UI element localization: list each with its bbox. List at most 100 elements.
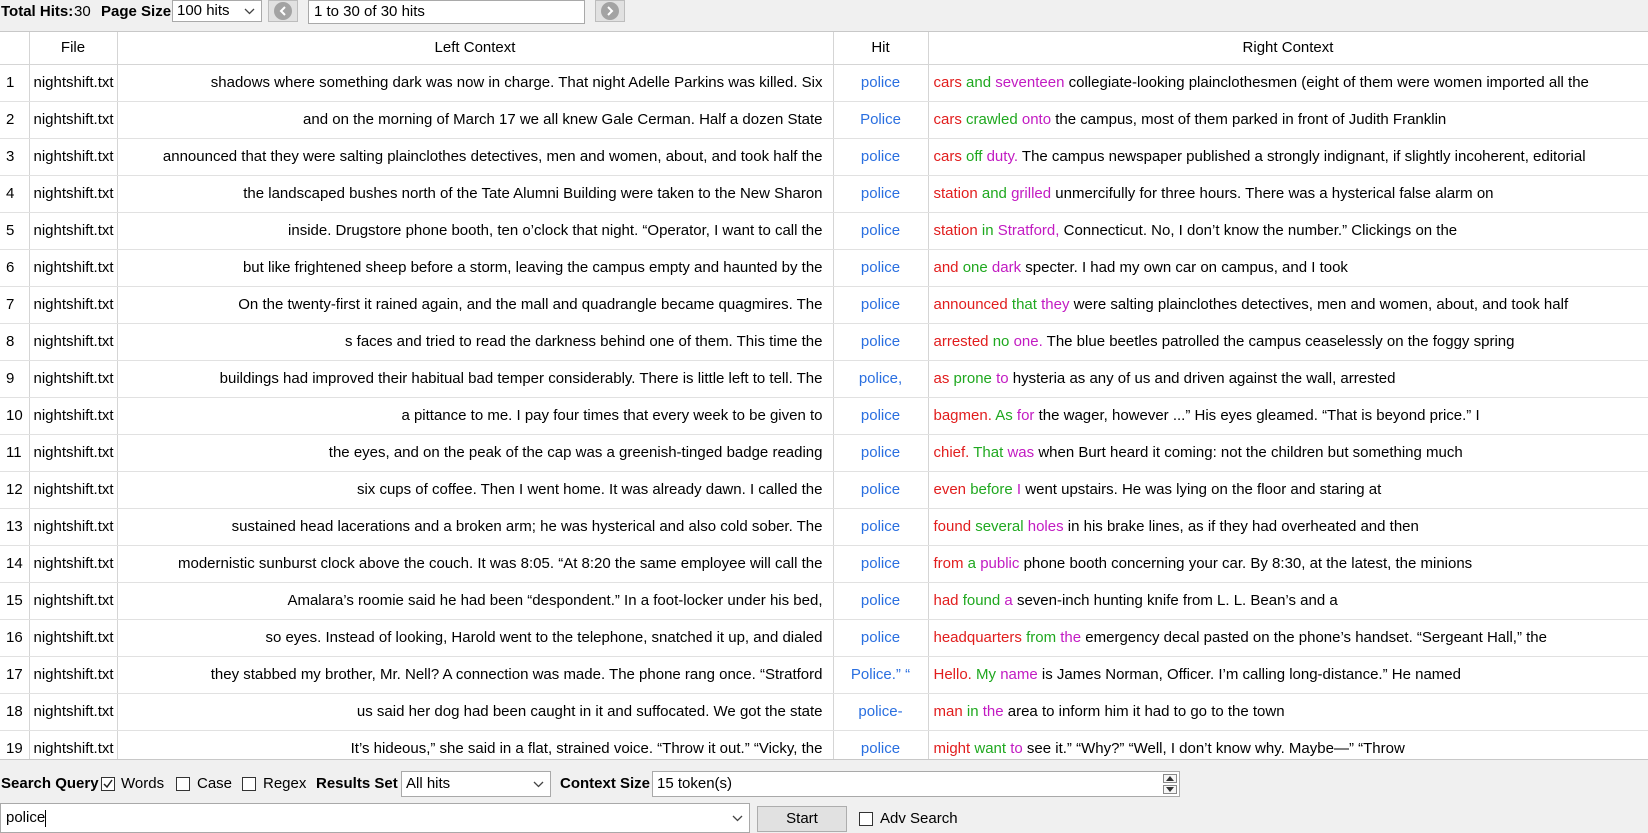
hit-cell[interactable]: police [833, 434, 929, 472]
row-index[interactable]: 3 [0, 138, 30, 176]
right-context-cell[interactable]: cars off duty. The campus newspaper publ… [928, 138, 1648, 176]
file-cell[interactable]: nightshift.txt [29, 286, 118, 324]
hit-cell[interactable]: police [833, 730, 929, 759]
left-context-cell[interactable]: the landscaped bushes north of the Tate … [117, 175, 834, 213]
table-row[interactable]: 16 nightshift.txt so eyes. Instead of look… [0, 619, 1648, 657]
file-cell[interactable]: nightshift.txt [29, 471, 118, 509]
table-row[interactable]: 19 nightshift.txt It’s hideous,” she said … [0, 730, 1648, 759]
right-context-cell[interactable]: chief. That was when Burt heard it comin… [928, 434, 1648, 472]
file-cell[interactable]: nightshift.txt [29, 582, 118, 620]
file-cell[interactable]: nightshift.txt [29, 397, 118, 435]
right-context-cell[interactable]: cars crawled onto the campus, most of th… [928, 101, 1648, 139]
hit-cell[interactable]: Police [833, 101, 929, 139]
adv-search-checkbox[interactable] [859, 812, 873, 826]
row-index[interactable]: 19 [0, 730, 30, 759]
words-checkbox[interactable] [101, 777, 115, 791]
left-context-cell[interactable]: sustained head lacerations and a broken … [117, 508, 834, 546]
row-index[interactable]: 1 [0, 64, 30, 102]
row-index[interactable]: 2 [0, 101, 30, 139]
column-header-left-context[interactable]: Left Context [117, 32, 834, 65]
chevron-down-icon[interactable] [729, 804, 745, 832]
spinner-down-icon[interactable] [1163, 785, 1177, 794]
hit-cell[interactable]: police [833, 286, 929, 324]
hit-cell[interactable]: police [833, 138, 929, 176]
right-context-cell[interactable]: even before I went upstairs. He was lyin… [928, 471, 1648, 509]
table-row[interactable]: 10 nightshift.txt a pittance to me. I pay … [0, 397, 1648, 435]
left-context-cell[interactable]: shadows where something dark was now in … [117, 64, 834, 102]
row-index[interactable]: 7 [0, 286, 30, 324]
hit-cell[interactable]: police, [833, 360, 929, 398]
right-context-cell[interactable]: as prone to hysteria as any of us and dr… [928, 360, 1648, 398]
file-cell[interactable]: nightshift.txt [29, 64, 118, 102]
left-context-cell[interactable]: s faces and tried to read the darkness b… [117, 323, 834, 361]
table-row[interactable]: 5 nightshift.txt inside. Drugstore phone b… [0, 212, 1648, 250]
row-index[interactable]: 11 [0, 434, 30, 472]
row-index[interactable]: 18 [0, 693, 30, 731]
search-query-input[interactable]: police [0, 803, 750, 833]
hit-cell[interactable]: police- [833, 693, 929, 731]
left-context-cell[interactable]: Amalara’s roomie said he had been “despo… [117, 582, 834, 620]
row-index[interactable]: 4 [0, 175, 30, 213]
file-cell[interactable]: nightshift.txt [29, 545, 118, 583]
right-context-cell[interactable]: man in the area to inform him it had to … [928, 693, 1648, 731]
hit-cell[interactable]: police [833, 582, 929, 620]
file-cell[interactable]: nightshift.txt [29, 249, 118, 287]
left-context-cell[interactable]: they stabbed my brother, Mr. Nell? A con… [117, 656, 834, 694]
right-context-cell[interactable]: arrested no one. The blue beetles patrol… [928, 323, 1648, 361]
table-row[interactable]: 2 nightshift.txt and on the morning of Mar… [0, 101, 1648, 139]
left-context-cell[interactable]: inside. Drugstore phone booth, ten o’clo… [117, 212, 834, 250]
case-checkbox[interactable] [176, 777, 190, 791]
right-context-cell[interactable]: might want to see it.” “Why?” “Well, I d… [928, 730, 1648, 759]
row-index[interactable]: 15 [0, 582, 30, 620]
left-context-cell[interactable]: the eyes, and on the peak of the cap was… [117, 434, 834, 472]
right-context-cell[interactable]: had found a seven-inch hunting knife fro… [928, 582, 1648, 620]
hit-cell[interactable]: police [833, 619, 929, 657]
column-header-index[interactable] [0, 32, 30, 65]
file-cell[interactable]: nightshift.txt [29, 101, 118, 139]
table-row[interactable]: 3 nightshift.txt announced that they were … [0, 138, 1648, 176]
column-header-hit[interactable]: Hit [833, 32, 929, 65]
row-index[interactable]: 14 [0, 545, 30, 583]
left-context-cell[interactable]: buildings had improved their habitual ba… [117, 360, 834, 398]
file-cell[interactable]: nightshift.txt [29, 360, 118, 398]
left-context-cell[interactable]: a pittance to me. I pay four times that … [117, 397, 834, 435]
hit-cell[interactable]: Police.” “ [833, 656, 929, 694]
right-context-cell[interactable]: Hello. My name is James Norman, Officer.… [928, 656, 1648, 694]
hit-cell[interactable]: police [833, 545, 929, 583]
table-row[interactable]: 4 nightshift.txt the landscaped bushes nor… [0, 175, 1648, 213]
file-cell[interactable]: nightshift.txt [29, 730, 118, 759]
file-cell[interactable]: nightshift.txt [29, 138, 118, 176]
file-cell[interactable]: nightshift.txt [29, 656, 118, 694]
page-size-select[interactable]: 100 hits [172, 0, 262, 22]
row-index[interactable]: 5 [0, 212, 30, 250]
table-row[interactable]: 18 nightshift.txt us said her dog had been… [0, 693, 1648, 731]
next-page-button[interactable] [595, 0, 625, 22]
left-context-cell[interactable]: six cups of coffee. Then I went home. It… [117, 471, 834, 509]
file-cell[interactable]: nightshift.txt [29, 619, 118, 657]
start-button[interactable]: Start [757, 806, 847, 832]
right-context-cell[interactable]: announced that they were salting plaincl… [928, 286, 1648, 324]
left-context-cell[interactable]: and on the morning of March 17 we all kn… [117, 101, 834, 139]
hit-cell[interactable]: police [833, 175, 929, 213]
left-context-cell[interactable]: so eyes. Instead of looking, Harold went… [117, 619, 834, 657]
table-row[interactable]: 6 nightshift.txt but like frightened sheep… [0, 249, 1648, 287]
results-set-select[interactable]: All hits [401, 771, 551, 797]
row-index[interactable]: 13 [0, 508, 30, 546]
hit-cell[interactable]: police [833, 212, 929, 250]
row-index[interactable]: 12 [0, 471, 30, 509]
spinner-up-icon[interactable] [1163, 774, 1177, 783]
left-context-cell[interactable]: us said her dog had been caught in it an… [117, 693, 834, 731]
left-context-cell[interactable]: On the twenty-first it rained again, and… [117, 286, 834, 324]
table-row[interactable]: 14 nightshift.txt modernistic sunburst clo… [0, 545, 1648, 583]
table-row[interactable]: 13 nightshift.txt sustained head laceratio… [0, 508, 1648, 546]
context-size-spinner[interactable]: 15 token(s) [652, 771, 1180, 797]
right-context-cell[interactable]: station and grilled unmercifully for thr… [928, 175, 1648, 213]
file-cell[interactable]: nightshift.txt [29, 212, 118, 250]
row-index[interactable]: 6 [0, 249, 30, 287]
right-context-cell[interactable]: found several holes in his brake lines, … [928, 508, 1648, 546]
table-row[interactable]: 15 nightshift.txt Amalara’s roomie said he… [0, 582, 1648, 620]
table-row[interactable]: 9 nightshift.txt buildings had improved th… [0, 360, 1648, 398]
file-cell[interactable]: nightshift.txt [29, 175, 118, 213]
file-cell[interactable]: nightshift.txt [29, 434, 118, 472]
table-row[interactable]: 8 nightshift.txt s faces and tried to read… [0, 323, 1648, 361]
